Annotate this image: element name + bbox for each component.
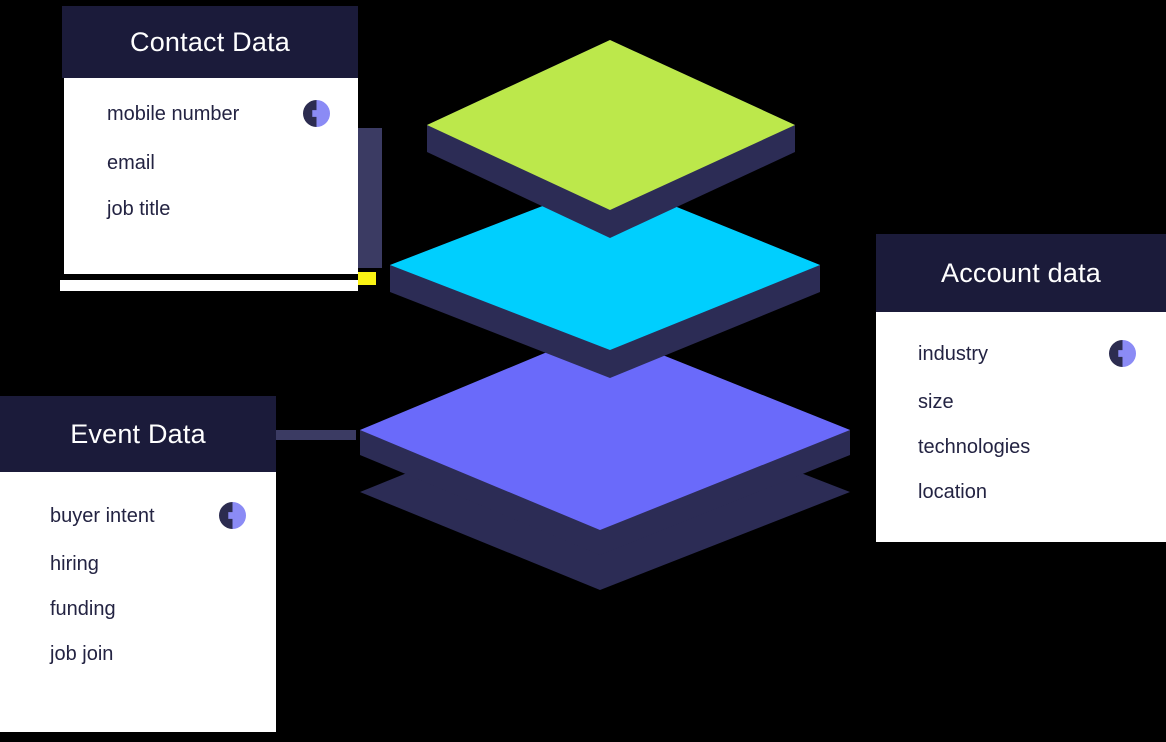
list-item-label: job join: [50, 643, 114, 665]
list-item[interactable]: size: [918, 392, 1136, 412]
list-item-label: funding: [50, 598, 116, 620]
list-item-label: industry: [918, 342, 989, 365]
card-contact-body: mobile number email job title: [64, 78, 358, 274]
card-contact-data: Contact Data mobile number email job tit…: [62, 6, 358, 274]
list-item[interactable]: technologies: [918, 437, 1136, 457]
card-event-body: buyer intent hiring funding job join: [0, 472, 276, 732]
list-item[interactable]: job title: [107, 199, 330, 219]
background-artifact-slate-left: [276, 430, 356, 440]
list-item-label: hiring: [50, 553, 99, 575]
card-account-body: industry size technologies location: [876, 312, 1166, 542]
card-account-data: Account data industry size technologies: [876, 234, 1166, 542]
card-contact-title: Contact Data: [130, 26, 290, 57]
list-item-label: email: [107, 152, 155, 174]
list-item[interactable]: location: [918, 482, 1136, 502]
diagram-canvas: Contact Data mobile number email job tit…: [0, 0, 1166, 742]
background-artifact-white-strip: [60, 280, 358, 291]
card-event-title: Event Data: [70, 418, 206, 449]
isometric-diamond-stack: [355, 30, 855, 600]
logo-mark-icon: [1109, 340, 1136, 367]
card-account-title: Account data: [940, 257, 1101, 288]
list-item-label: technologies: [918, 436, 1031, 458]
card-event-header: Event Data: [0, 396, 276, 472]
list-item-label: mobile number: [107, 102, 240, 125]
card-contact-header: Contact Data: [62, 6, 358, 78]
list-item-label: job title: [107, 198, 171, 220]
list-item[interactable]: buyer intent: [50, 502, 246, 529]
card-account-header: Account data: [876, 234, 1166, 312]
logo-mark-icon: [219, 502, 246, 529]
list-item-label: location: [918, 481, 987, 503]
list-item-label: size: [918, 391, 954, 413]
card-event-data: Event Data buyer intent hiring funding j…: [0, 396, 276, 732]
list-item[interactable]: job join: [50, 644, 246, 664]
list-item[interactable]: email: [107, 153, 330, 173]
list-item[interactable]: mobile number: [107, 100, 330, 127]
logo-mark-icon: [303, 100, 330, 127]
list-item-label: buyer intent: [50, 504, 155, 527]
diamond-layer-top: [427, 40, 795, 238]
list-item[interactable]: industry: [918, 340, 1136, 367]
list-item[interactable]: funding: [50, 599, 246, 619]
list-item[interactable]: hiring: [50, 554, 246, 574]
